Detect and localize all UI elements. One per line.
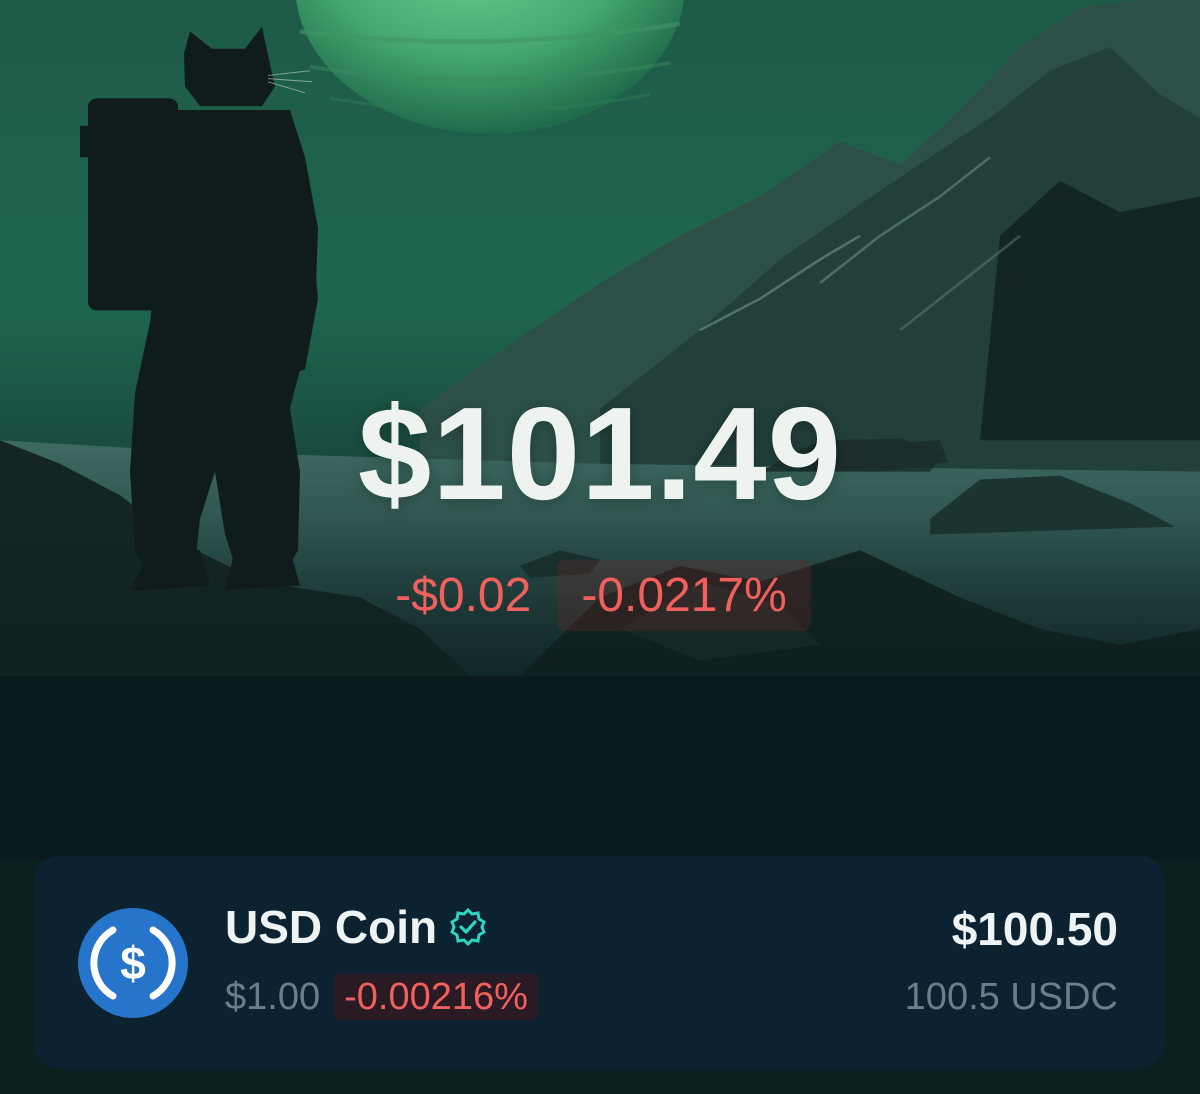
token-name: USD Coin: [225, 901, 438, 953]
portfolio-change-row: -$0.02 -0.0217%: [0, 560, 1200, 631]
app-screen: $101.49 -$0.02 -0.0217% $ USD Coin $1.00…: [0, 0, 1200, 1094]
token-amount: 100.5 USDC: [904, 976, 1118, 1018]
portfolio-change-amount: -$0.02: [395, 569, 532, 622]
svg-text:$: $: [120, 937, 146, 989]
usdc-icon: $: [78, 908, 188, 1018]
token-name-row: USD Coin: [225, 904, 487, 950]
portfolio-change-percent: -0.0217%: [557, 560, 811, 631]
token-price: $1.00: [225, 976, 321, 1018]
portfolio-balance: $101.49: [357, 380, 843, 527]
token-sub-row: $1.00 -0.00216%: [225, 974, 538, 1020]
token-row-usdc[interactable]: $ USD Coin $1.00 -0.00216% $100.50 100.5…: [34, 856, 1165, 1069]
token-change-percent: -0.00216%: [334, 974, 538, 1020]
verified-badge-icon: [450, 908, 486, 946]
token-value: $100.50: [951, 903, 1118, 955]
